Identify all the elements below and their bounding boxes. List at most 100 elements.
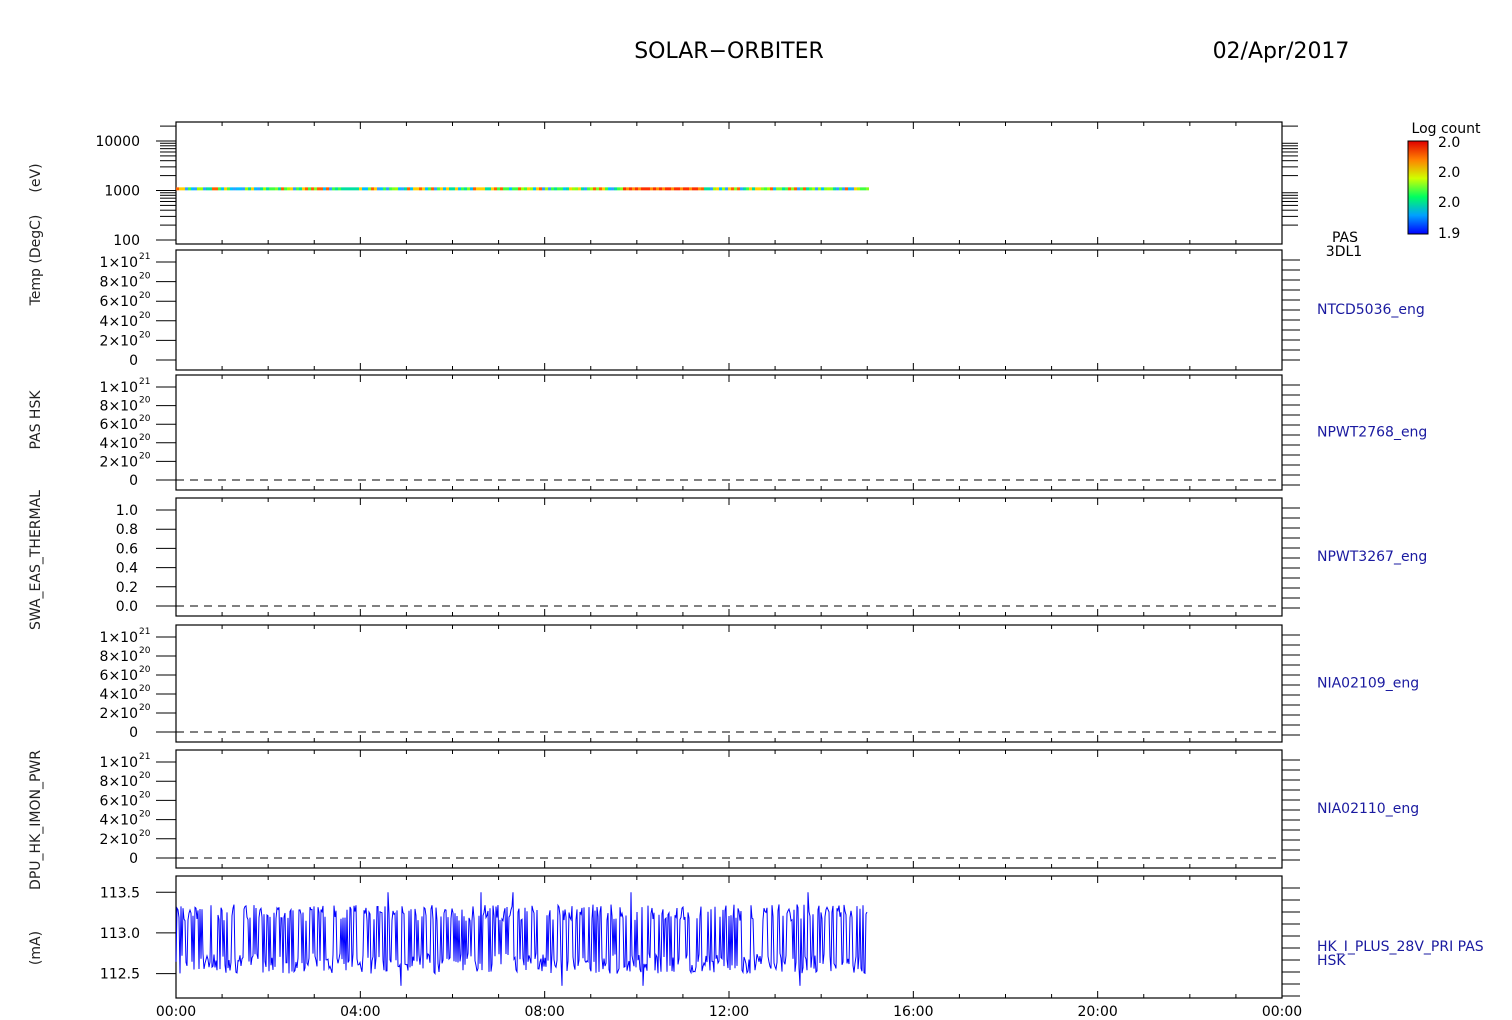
heatmap-cell xyxy=(785,187,788,191)
y-tick-label: 0 xyxy=(129,473,138,489)
heatmap-cell xyxy=(836,187,839,191)
panel-4: NPWT3267_eng 1.0 0.8 0.6 0.4 0.2 0.0 xyxy=(116,497,1427,617)
heatmap-cell xyxy=(305,187,308,191)
panel-frame xyxy=(175,374,1283,491)
heatmap-cell xyxy=(506,187,509,191)
heatmap-cell xyxy=(539,187,542,191)
heatmap-cell xyxy=(446,187,449,191)
panel-label-line: NIA02109_eng xyxy=(1317,676,1419,692)
heatmap-cell xyxy=(236,187,239,191)
heatmap-cell xyxy=(557,187,560,191)
y-tick-label: 1×10 xyxy=(100,255,138,271)
heatmap-cell xyxy=(644,187,647,191)
panel-right-label: NIA02110_eng xyxy=(1317,801,1419,817)
heatmap-cell xyxy=(803,187,806,191)
heatmap-cell xyxy=(311,187,314,191)
heatmap-cell xyxy=(842,187,845,191)
heatmap-cell xyxy=(788,187,791,191)
heatmap-cell xyxy=(647,187,650,191)
colorbar: Log count 2.0 2.0 2.0 1.9 xyxy=(1407,121,1481,242)
heatmap-cell xyxy=(344,187,347,191)
heatmap-cell xyxy=(293,187,296,191)
y-tick-label: 2×10 xyxy=(100,333,138,349)
heatmap-cell xyxy=(650,187,653,191)
left-overlapping-labels: (mA) Temp (DegC) (eV) SWA_EAS_THERMAL PA… xyxy=(28,163,44,965)
heatmap-cell xyxy=(380,187,383,191)
heatmap-cell xyxy=(176,187,179,191)
heatmap-cell xyxy=(479,187,482,191)
heatmap-cell xyxy=(515,187,518,191)
heatmap-cell xyxy=(863,187,866,191)
y-tick-label: 0.8 xyxy=(116,522,138,538)
heatmap-cell xyxy=(626,187,629,191)
y-tick-label: 0 xyxy=(129,851,138,867)
heatmap-cell xyxy=(494,187,497,191)
y-tick-exponent: 21 xyxy=(139,252,150,262)
heatmap-cell xyxy=(329,187,332,191)
heatmap-cell xyxy=(704,187,707,191)
heatmap-cell xyxy=(854,187,857,191)
heatmap-cell xyxy=(680,187,683,191)
heatmap-cell xyxy=(437,187,440,191)
heatmap-cell xyxy=(458,187,461,191)
heatmap-cell xyxy=(308,187,311,191)
heatmap-cell xyxy=(221,187,224,191)
heatmap-cell xyxy=(200,187,203,191)
heatmap-cell xyxy=(302,187,305,191)
chart-canvas: SOLAR−ORBITER 02/Apr/2017 Log count 2.0 … xyxy=(28,39,1484,1020)
heatmap-cell xyxy=(725,187,728,191)
y-tick-label: 10000 xyxy=(95,134,140,150)
heatmap-cell xyxy=(779,187,782,191)
y-tick-label: 1×10 xyxy=(100,755,138,771)
panel-1: PAS3DL1 10000 1000 100 xyxy=(95,121,1362,260)
heatmap-cell xyxy=(395,187,398,191)
heatmap-cell xyxy=(449,187,452,191)
y-tick-label: 113.0 xyxy=(100,926,140,942)
y-tick-exponent: 21 xyxy=(139,752,150,762)
y-tick-label: 8×10 xyxy=(100,399,138,415)
y-tick-exponent: 20 xyxy=(139,272,151,282)
heatmap-cell xyxy=(656,187,659,191)
heatmap-cell xyxy=(548,187,551,191)
heatmap-cell xyxy=(230,187,233,191)
heatmap-cell xyxy=(632,187,635,191)
heatmap-cell xyxy=(713,187,716,191)
y-tick-label: 1000 xyxy=(104,184,140,200)
heatmap-cell xyxy=(659,187,662,191)
heatmap-cell xyxy=(500,187,503,191)
left-stacked-label: PAS HSK xyxy=(28,390,44,450)
heatmap-cell xyxy=(746,187,749,191)
heatmap-cell xyxy=(800,187,803,191)
heatmap-cell xyxy=(272,187,275,191)
heatmap-cell xyxy=(389,187,392,191)
heatmap-cell xyxy=(560,187,563,191)
heatmap-cell xyxy=(254,187,257,191)
heatmap-cell xyxy=(332,187,335,191)
x-tick-label: 00:00 xyxy=(1262,1004,1302,1020)
heatmap-cell xyxy=(689,187,692,191)
y-tick-exponent: 20 xyxy=(139,665,151,675)
heatmap-cell xyxy=(320,187,323,191)
heatmap-cell xyxy=(530,187,533,191)
heatmap-cell xyxy=(341,187,344,191)
panel-frame xyxy=(175,497,1283,617)
heatmap-cell xyxy=(755,187,758,191)
heatmap-cell xyxy=(509,187,512,191)
heatmap-cell xyxy=(227,187,230,191)
x-tick-label: 12:00 xyxy=(709,1004,749,1020)
heatmap-cell xyxy=(203,187,206,191)
heatmap-cell xyxy=(698,187,701,191)
y-tick-label: 4×10 xyxy=(100,314,138,330)
heatmap-cell xyxy=(485,187,488,191)
y-tick-label: 6×10 xyxy=(100,417,138,433)
heatmap-cell xyxy=(641,187,644,191)
panel-label-line: NTCD5036_eng xyxy=(1317,302,1425,318)
heatmap-cell xyxy=(662,187,665,191)
y-tick-exponent: 20 xyxy=(139,703,151,713)
heatmap-cell xyxy=(482,187,485,191)
y-tick-label: 4×10 xyxy=(100,436,138,452)
y-tick-label: 0.2 xyxy=(116,580,138,596)
panel-right-label: HK_I_PLUS_28V_PRI PASHSK xyxy=(1317,939,1484,969)
heatmap-cell xyxy=(578,187,581,191)
panel-right-label: NIA02109_eng xyxy=(1317,676,1419,692)
